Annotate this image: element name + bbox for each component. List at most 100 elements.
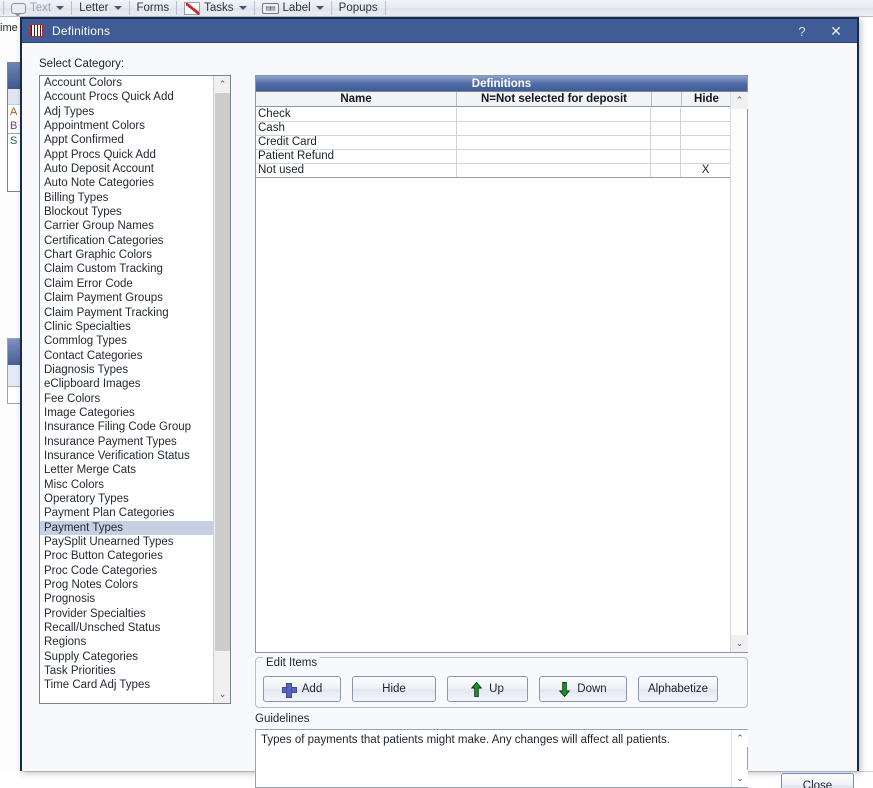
- toolbar-item-label[interactable]: ▤▤ Label: [258, 1, 328, 16]
- guidelines-scrollbar[interactable]: ⌃ ⌄: [731, 730, 748, 787]
- category-item[interactable]: Insurance Payment Types: [40, 435, 213, 449]
- category-item[interactable]: Appt Confirmed: [40, 133, 213, 147]
- scroll-down-icon[interactable]: ⌄: [732, 770, 748, 787]
- category-item[interactable]: Appointment Colors: [40, 119, 213, 133]
- category-list[interactable]: Account Colors Account Procs Quick Add Adj…: [39, 75, 231, 704]
- grid-cell-hide: [681, 108, 730, 121]
- category-item[interactable]: Time Card Adj Types: [40, 678, 213, 692]
- toolbar-separator: [128, 1, 130, 15]
- grid-cell-flag: [457, 150, 652, 163]
- grid-cell-flag: [457, 122, 652, 135]
- grid-cell-extra: [651, 164, 682, 177]
- toolbar-item-letter[interactable]: Letter: [75, 1, 125, 16]
- category-item[interactable]: Regions: [40, 635, 213, 649]
- grid-header-hide[interactable]: Hide: [682, 92, 731, 106]
- category-item[interactable]: Task Priorities: [40, 664, 213, 678]
- toolbar-separator: [71, 1, 73, 15]
- category-item[interactable]: Claim Error Code: [40, 277, 213, 291]
- category-item[interactable]: Provider Specialties: [40, 607, 213, 621]
- category-item[interactable]: Payment Plan Categories: [40, 506, 213, 520]
- category-item[interactable]: Claim Custom Tracking: [40, 262, 213, 276]
- grid-cell-flag: [457, 164, 652, 177]
- toolbar-item-popups[interactable]: Popups: [335, 1, 382, 16]
- category-item[interactable]: Certification Categories: [40, 234, 213, 248]
- toolbar-item-forms[interactable]: Forms: [133, 1, 174, 16]
- add-button[interactable]: Add: [263, 676, 341, 702]
- category-item[interactable]: Billing Types: [40, 191, 213, 205]
- category-item[interactable]: Prog Notes Colors: [40, 578, 213, 592]
- arrow-down-icon: [559, 681, 571, 697]
- close-icon[interactable]: ✕: [821, 20, 851, 42]
- help-button[interactable]: ?: [787, 20, 817, 42]
- category-item[interactable]: Commlog Types: [40, 334, 213, 348]
- grid-header-extra[interactable]: [652, 92, 682, 106]
- category-item[interactable]: Prognosis: [40, 592, 213, 606]
- category-item[interactable]: PaySplit Unearned Types: [40, 535, 213, 549]
- table-row[interactable]: Patient Refund: [256, 150, 730, 164]
- category-item[interactable]: Letter Merge Cats: [40, 463, 213, 477]
- scroll-up-icon[interactable]: ⌃: [731, 92, 748, 109]
- category-scroll-thumb[interactable]: [215, 93, 230, 651]
- grid-scrollbar[interactable]: ⌃ ⌄: [730, 92, 748, 652]
- grid-cell-flag: [457, 108, 652, 121]
- scroll-down-icon[interactable]: ⌄: [731, 635, 748, 652]
- category-item[interactable]: Blockout Types: [40, 205, 213, 219]
- grid-cell-hide: [681, 122, 730, 135]
- category-item[interactable]: Fee Colors: [40, 392, 213, 406]
- category-item[interactable]: Diagnosis Types: [40, 363, 213, 377]
- chevron-down-icon: [238, 6, 247, 10]
- category-item[interactable]: Auto Deposit Account: [40, 162, 213, 176]
- category-item[interactable]: Chart Graphic Colors: [40, 248, 213, 262]
- category-item[interactable]: Recall/Unsched Status: [40, 621, 213, 635]
- hide-button-label: Hide: [382, 683, 406, 695]
- category-item[interactable]: Account Colors: [40, 76, 213, 90]
- category-item[interactable]: Contact Categories: [40, 349, 213, 363]
- down-button[interactable]: Down: [539, 676, 627, 702]
- table-row[interactable]: Cash: [256, 122, 730, 136]
- scroll-up-icon[interactable]: ⌃: [732, 730, 748, 747]
- category-item[interactable]: eClipboard Images: [40, 377, 213, 391]
- category-item[interactable]: Operatory Types: [40, 492, 213, 506]
- add-button-label: Add: [301, 683, 323, 695]
- category-item[interactable]: Adj Types: [40, 105, 213, 119]
- table-row[interactable]: Credit Card: [256, 136, 730, 150]
- guidelines-box[interactable]: Types of payments that patients might ma…: [255, 729, 748, 788]
- category-item[interactable]: Insurance Verification Status: [40, 449, 213, 463]
- category-item[interactable]: Clinic Specialties: [40, 320, 213, 334]
- category-item[interactable]: Carrier Group Names: [40, 219, 213, 233]
- category-item[interactable]: Account Procs Quick Add: [40, 90, 213, 104]
- chevron-down-icon: [113, 6, 122, 10]
- grid-cell-name: Cash: [256, 122, 457, 135]
- category-item[interactable]: Misc Colors: [40, 478, 213, 492]
- category-item[interactable]: Claim Payment Tracking: [40, 306, 213, 320]
- category-list-scrollbar[interactable]: ⌃ ⌄: [213, 76, 230, 703]
- hide-button[interactable]: Hide: [352, 676, 436, 702]
- close-button[interactable]: Close: [781, 773, 854, 788]
- grid-cell-name: Credit Card: [256, 136, 457, 149]
- dialog-titlebar[interactable]: Definitions ? ✕: [22, 19, 857, 43]
- up-button[interactable]: Up: [447, 676, 528, 702]
- grid-cell-hide: [681, 150, 730, 163]
- grid-cell-flag: [457, 136, 652, 149]
- table-row[interactable]: Check: [256, 108, 730, 122]
- grid-cell-extra: [651, 136, 682, 149]
- label-printer-icon: ▤▤: [261, 2, 279, 14]
- category-item[interactable]: Proc Button Categories: [40, 549, 213, 563]
- toolbar-item-text[interactable]: Text: [7, 1, 68, 16]
- category-item[interactable]: Image Categories: [40, 406, 213, 420]
- category-item[interactable]: Insurance Filing Code Group: [40, 420, 213, 434]
- category-item[interactable]: Auto Note Categories: [40, 176, 213, 190]
- grid-header-not-selected-for-deposit[interactable]: N=Not selected for deposit: [457, 92, 652, 106]
- screen: Text Letter Forms Tasks ▤▤ Label Popups: [0, 0, 873, 788]
- category-item[interactable]: Proc Code Categories: [40, 564, 213, 578]
- category-item[interactable]: Claim Payment Groups: [40, 291, 213, 305]
- alphabetize-button[interactable]: Alphabetize: [638, 676, 718, 702]
- scroll-down-icon[interactable]: ⌄: [214, 686, 230, 703]
- table-row[interactable]: Not used X: [256, 164, 730, 178]
- category-item[interactable]: Supply Categories: [40, 650, 213, 664]
- category-item[interactable]: Appt Procs Quick Add: [40, 148, 213, 162]
- grid-header-name[interactable]: Name: [256, 92, 457, 106]
- category-item[interactable]: Payment Types: [40, 520, 213, 535]
- scroll-up-icon[interactable]: ⌃: [214, 76, 230, 93]
- toolbar-item-tasks[interactable]: Tasks: [180, 1, 250, 16]
